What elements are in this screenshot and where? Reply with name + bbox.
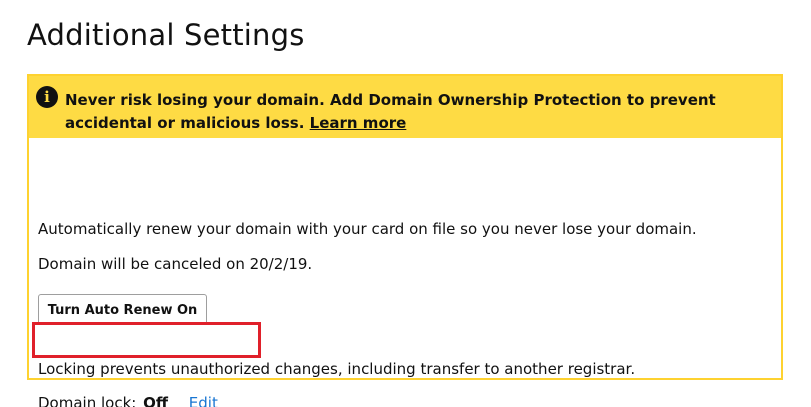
auto-renew-description: Automatically renew your domain with you…	[38, 220, 697, 238]
domain-lock-label: Domain lock:	[38, 394, 137, 407]
additional-settings-page: Additional Settings i Never risk losing …	[0, 0, 811, 407]
domain-lock-row: Domain lock: Off Edit	[38, 394, 218, 407]
domain-lock-edit-link[interactable]: Edit	[189, 394, 218, 407]
info-icon: i	[36, 86, 58, 108]
alert-message: Never risk losing your domain. Add Domai…	[65, 89, 765, 135]
protection-alert-banner: i Never risk losing your domain. Add Dom…	[29, 76, 781, 138]
page-title: Additional Settings	[27, 18, 305, 52]
turn-auto-renew-on-button[interactable]: Turn Auto Renew On	[38, 294, 207, 325]
settings-panel: i Never risk losing your domain. Add Dom…	[27, 74, 783, 407]
domain-lock-status: Off	[143, 394, 168, 407]
cancel-notice: Domain will be canceled on 20/2/19.	[38, 255, 313, 273]
learn-more-link[interactable]: Learn more	[310, 114, 407, 132]
domain-lock-description: Locking prevents unauthorized changes, i…	[38, 360, 636, 378]
